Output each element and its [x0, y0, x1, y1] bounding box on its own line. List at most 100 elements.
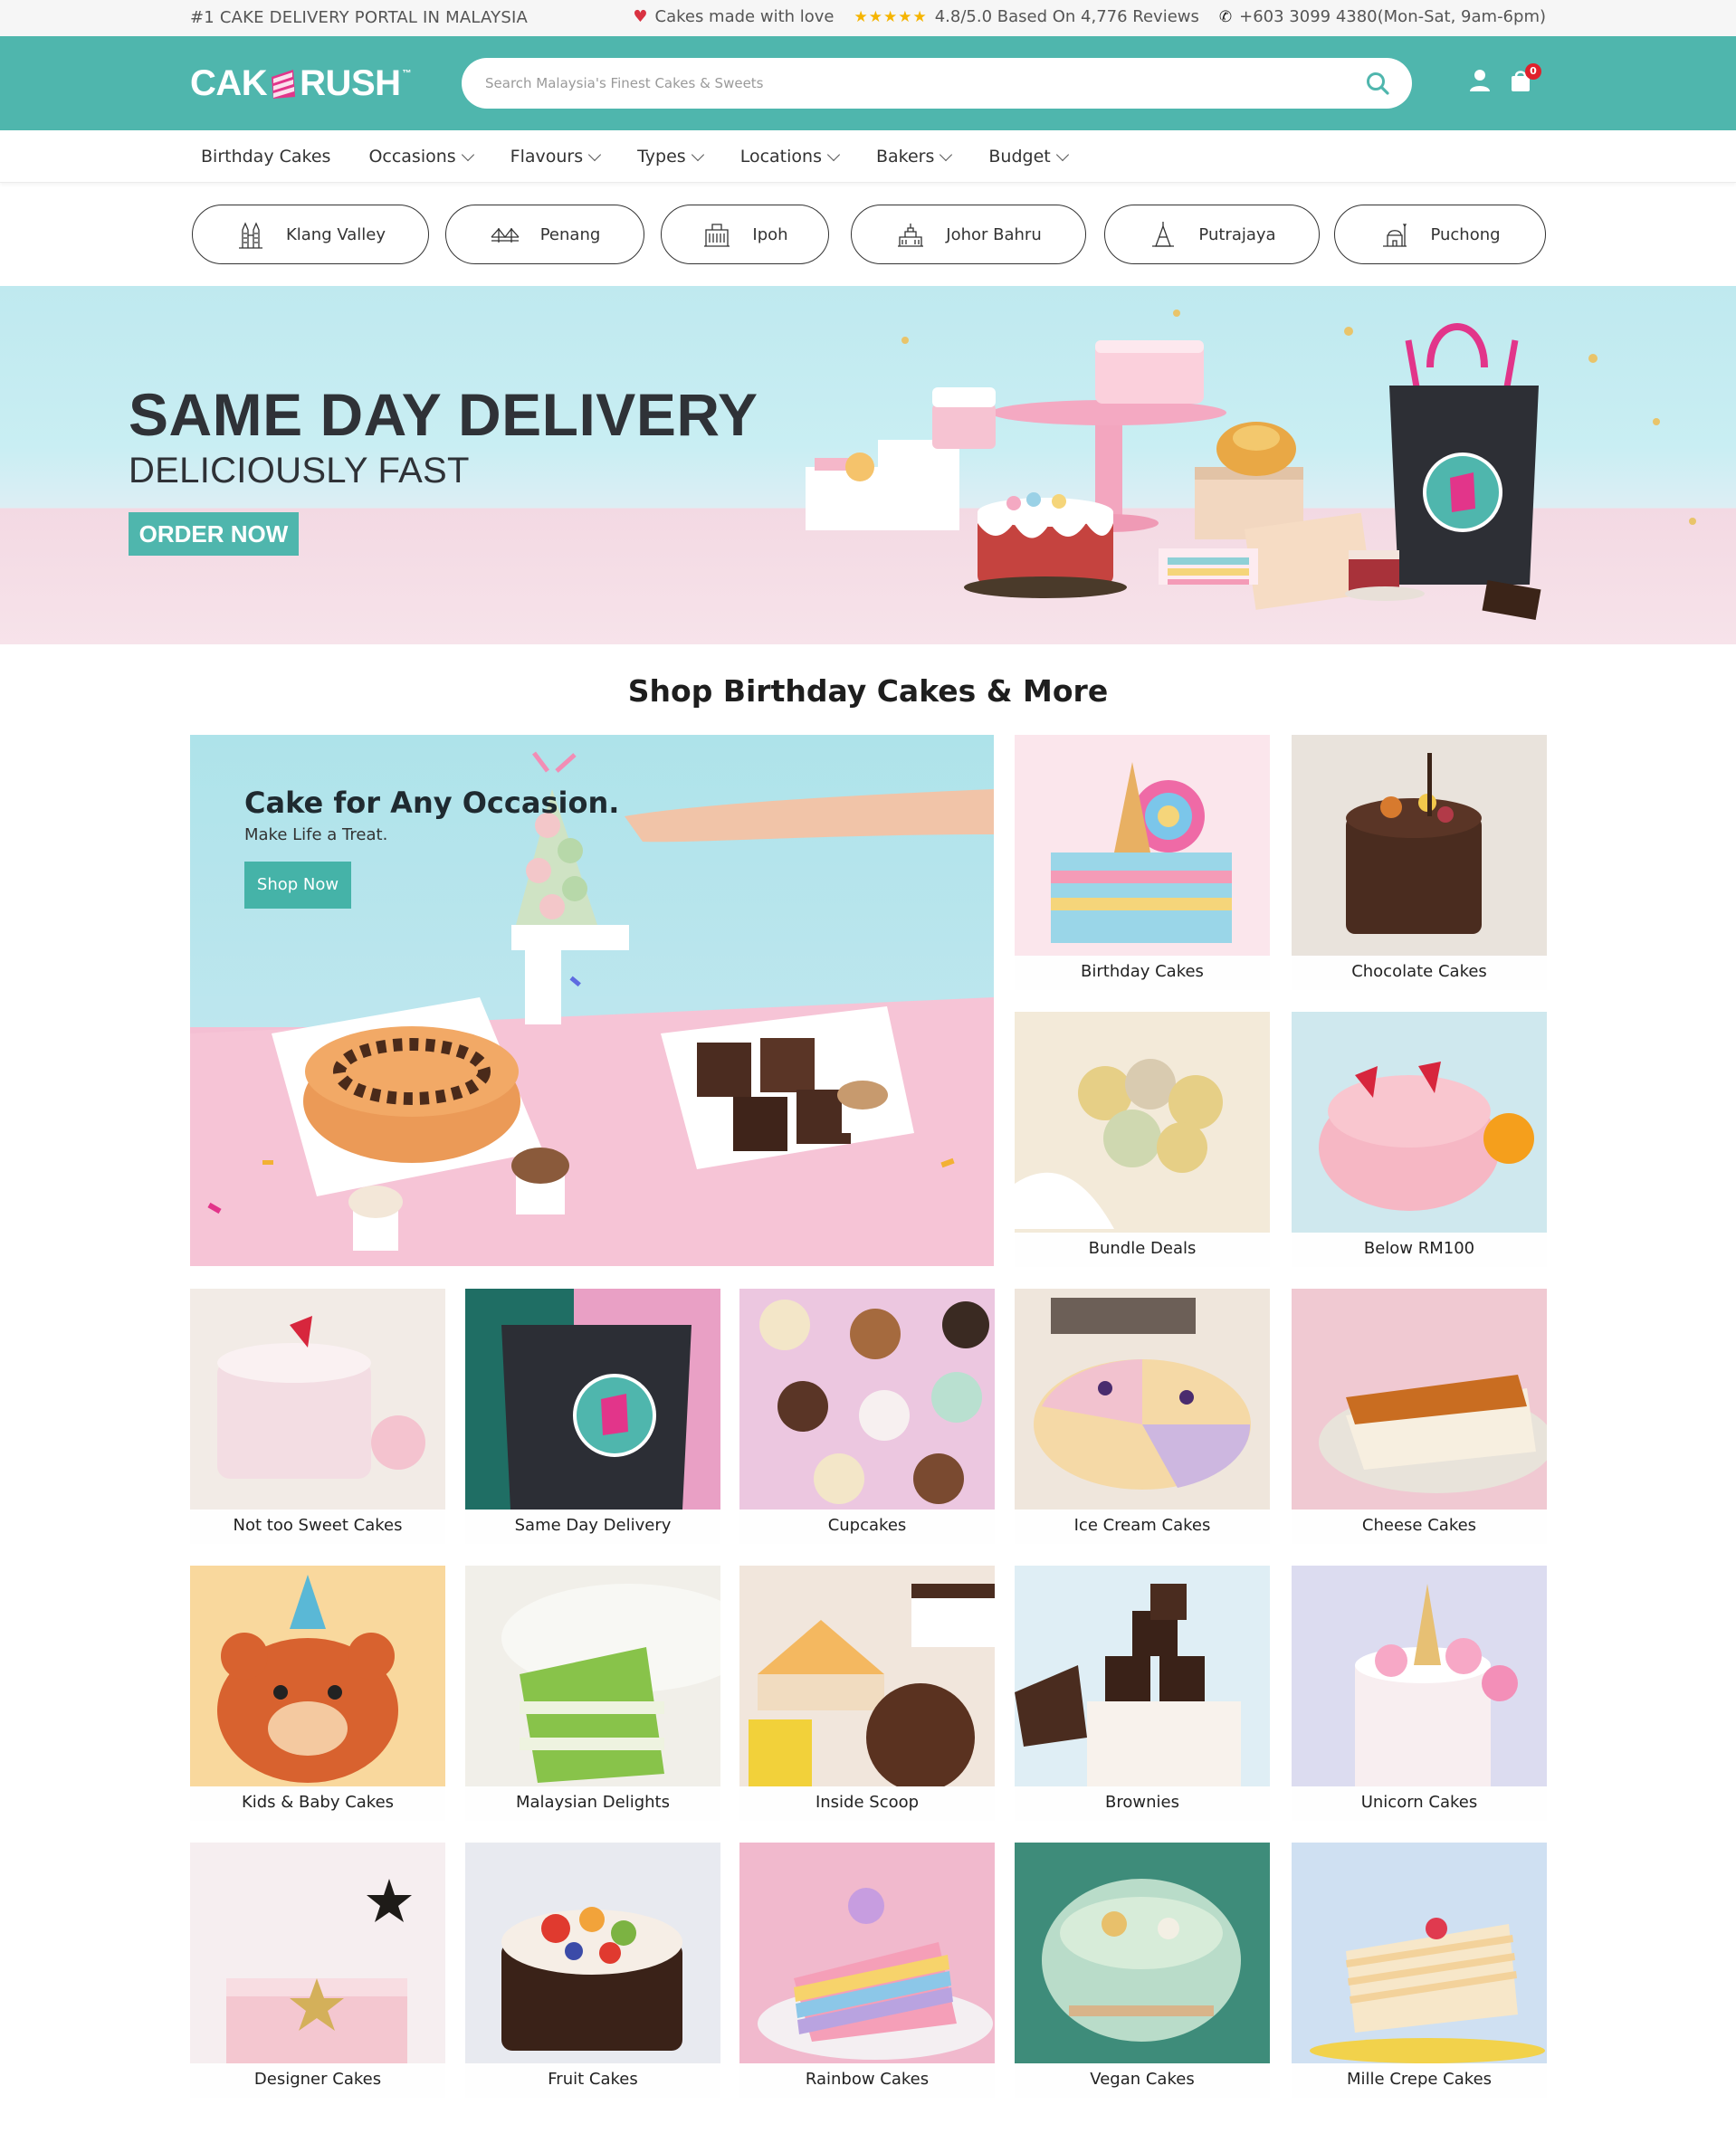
- category-label: Below RM100: [1292, 1233, 1547, 1267]
- category-tile-fruit-cakes[interactable]: Fruit Cakes: [465, 1843, 720, 2098]
- location-pill-puchong[interactable]: Puchong: [1334, 205, 1546, 264]
- order-now-button[interactable]: ORDER NOW: [129, 512, 299, 556]
- category-label: Cheese Cakes: [1292, 1510, 1547, 1544]
- twin-towers-icon: [238, 222, 262, 249]
- nav-item-birthday-cakes[interactable]: Birthday Cakes: [201, 147, 330, 167]
- railway-station-icon: [704, 224, 730, 247]
- chevron-down-icon: [461, 148, 474, 161]
- feature-subtitle: Make Life a Treat.: [244, 825, 388, 844]
- rating-stars-icon: ★★★★★: [854, 7, 928, 26]
- mosque-icon: [1383, 224, 1407, 247]
- category-tile-kids-baby-cakes[interactable]: Kids & Baby Cakes: [190, 1566, 445, 1821]
- search-icon[interactable]: [1363, 69, 1392, 98]
- rating-text[interactable]: 4.8/5.0 Based On 4,776 Reviews: [935, 7, 1199, 26]
- category-tile-same-day-delivery[interactable]: Same Day Delivery: [465, 1289, 720, 1544]
- logo-text-left: CAK: [190, 62, 268, 103]
- feature-tile-any-occasion[interactable]: Cake for Any Occasion. Make Life a Treat…: [190, 735, 994, 1266]
- location-pill-ipoh[interactable]: Ipoh: [661, 205, 829, 264]
- category-image: [1292, 1289, 1547, 1510]
- bridge-icon: [491, 227, 520, 243]
- category-image: [465, 1289, 720, 1510]
- location-pill-penang[interactable]: Penang: [445, 205, 644, 264]
- top-info-right: ♥ Cakes made with love ★★★★★ 4.8/5.0 Bas…: [633, 7, 1546, 26]
- category-label: Malaysian Delights: [465, 1786, 720, 1821]
- nav-item-types[interactable]: Types: [637, 147, 704, 167]
- category-label: Mille Crepe Cakes: [1292, 2063, 1547, 2098]
- nav-item-bakers[interactable]: Bakers: [875, 147, 953, 167]
- category-tile-inside-scoop[interactable]: Inside Scoop: [739, 1566, 995, 1821]
- hero-title: SAME DAY DELIVERY: [129, 381, 758, 448]
- category-tile-unicorn-cakes[interactable]: Unicorn Cakes: [1292, 1566, 1547, 1821]
- category-tile-cheese-cakes[interactable]: Cheese Cakes: [1292, 1289, 1547, 1544]
- category-tile-malaysian-delights[interactable]: Malaysian Delights: [465, 1566, 720, 1821]
- chevron-down-icon: [691, 148, 704, 161]
- category-image: [190, 1843, 445, 2063]
- palace-icon: [898, 224, 924, 247]
- site-logo[interactable]: CAK RUSH ™: [190, 60, 411, 107]
- top-info-bar: #1 CAKE DELIVERY PORTAL IN MALAYSIA ♥ Ca…: [0, 0, 1736, 36]
- location-label: Penang: [539, 224, 601, 244]
- category-tile-cupcakes[interactable]: Cupcakes: [739, 1289, 995, 1544]
- location-label: Puchong: [1430, 224, 1501, 244]
- category-label: Inside Scoop: [739, 1786, 995, 1821]
- category-label: Same Day Delivery: [465, 1510, 720, 1544]
- category-tile-designer-cakes[interactable]: Designer Cakes: [190, 1843, 445, 2098]
- search-input[interactable]: [485, 71, 1300, 96]
- category-label: Vegan Cakes: [1015, 2063, 1270, 2098]
- cake-logo-icon: [272, 70, 296, 99]
- category-image: [739, 1566, 995, 1786]
- category-image: [1015, 1566, 1270, 1786]
- category-tile-birthday-cakes[interactable]: Birthday Cakes: [1015, 735, 1270, 990]
- heart-icon: ♥: [633, 7, 648, 26]
- category-label: Kids & Baby Cakes: [190, 1786, 445, 1821]
- category-label: Birthday Cakes: [1015, 956, 1270, 990]
- category-tile-ice-cream-cakes[interactable]: Ice Cream Cakes: [1015, 1289, 1270, 1544]
- category-tile-mille-crepe-cakes[interactable]: Mille Crepe Cakes: [1292, 1843, 1547, 2098]
- category-tile-brownies[interactable]: Brownies: [1015, 1566, 1270, 1821]
- feature-title: Cake for Any Occasion.: [244, 786, 620, 820]
- main-nav: Birthday Cakes Occasions Flavours Types …: [0, 130, 1736, 183]
- category-tile-chocolate-cakes[interactable]: Chocolate Cakes: [1292, 735, 1547, 990]
- nav-item-label: Bakers: [875, 147, 935, 167]
- location-pill-klang-valley[interactable]: Klang Valley: [192, 205, 429, 264]
- location-pill-putrajaya[interactable]: Putrajaya: [1104, 205, 1320, 264]
- category-tile-vegan-cakes[interactable]: Vegan Cakes: [1015, 1843, 1270, 2098]
- reviews-summary[interactable]: ★★★★★ 4.8/5.0 Based On 4,776 Reviews: [854, 7, 1199, 26]
- chevron-down-icon: [940, 148, 953, 161]
- category-label: Ice Cream Cakes: [1015, 1510, 1270, 1544]
- user-account-icon[interactable]: [1466, 67, 1493, 94]
- nav-item-locations[interactable]: Locations: [740, 147, 841, 167]
- nav-item-label: Birthday Cakes: [201, 147, 331, 167]
- section-title: Shop Birthday Cakes & More: [627, 673, 1109, 709]
- category-tile-rainbow-cakes[interactable]: Rainbow Cakes: [739, 1843, 995, 2098]
- category-label: Designer Cakes: [190, 2063, 445, 2098]
- shop-now-button[interactable]: Shop Now: [244, 862, 351, 909]
- tower-icon: [1152, 222, 1175, 247]
- nav-item-budget[interactable]: Budget: [988, 147, 1069, 167]
- nav-item-flavours[interactable]: Flavours: [510, 147, 602, 167]
- chevron-down-icon: [826, 148, 841, 161]
- category-image: [1292, 735, 1547, 956]
- category-label: Unicorn Cakes: [1292, 1786, 1547, 1821]
- contact-phone[interactable]: ✆ +603 3099 4380(Mon-Sat, 9am-6pm): [1219, 7, 1546, 26]
- category-label: Cupcakes: [739, 1510, 995, 1544]
- site-tagline: #1 CAKE DELIVERY PORTAL IN MALAYSIA: [190, 8, 528, 27]
- category-image: [465, 1566, 720, 1786]
- search-bar: [462, 58, 1412, 109]
- category-tile-not-too-sweet-cakes[interactable]: Not too Sweet Cakes: [190, 1289, 445, 1544]
- category-label: Chocolate Cakes: [1292, 956, 1547, 990]
- category-label: Rainbow Cakes: [739, 2063, 995, 2098]
- category-label: Brownies: [1015, 1786, 1270, 1821]
- location-pill-johor-bahru[interactable]: Johor Bahru: [851, 205, 1086, 264]
- logo-text-right: RUSH: [300, 62, 401, 103]
- location-label: Putrajaya: [1198, 224, 1276, 244]
- logo-trademark: ™: [402, 69, 412, 79]
- category-label: Fruit Cakes: [465, 2063, 720, 2098]
- category-image: [1015, 1289, 1270, 1510]
- nav-item-occasions[interactable]: Occasions: [368, 147, 474, 167]
- category-tile-bundle-deals[interactable]: Bundle Deals: [1015, 1012, 1270, 1267]
- category-tile-below-rm100[interactable]: Below RM100: [1292, 1012, 1547, 1267]
- chevron-down-icon: [1055, 148, 1069, 161]
- hero-subtitle: DELICIOUSLY FAST: [129, 451, 470, 491]
- phone-text[interactable]: +603 3099 4380(Mon-Sat, 9am-6pm): [1239, 7, 1546, 26]
